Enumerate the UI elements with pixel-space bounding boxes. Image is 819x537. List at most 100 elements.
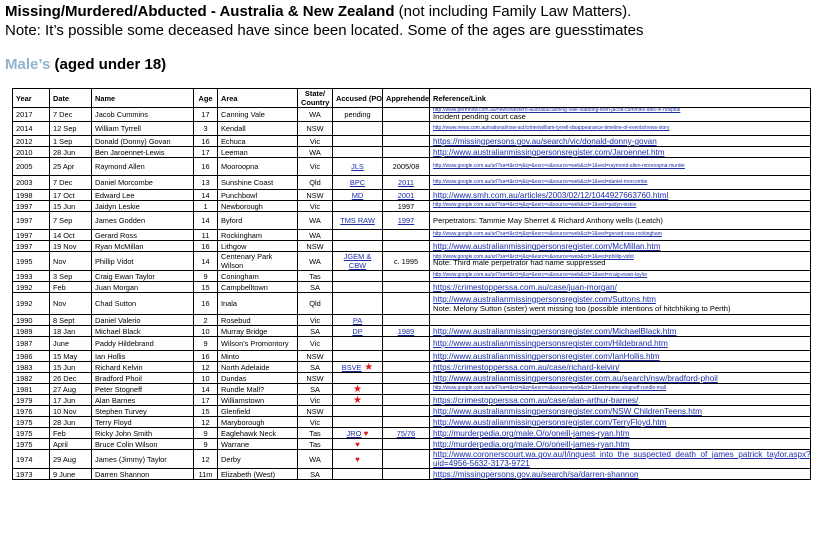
reference-link[interactable]: http://www.google.com.au/url?sa=t&rct=j&…: [433, 202, 636, 209]
cell-state: NSW: [297, 405, 333, 418]
accused-link[interactable]: BPC: [350, 178, 365, 187]
table-row: 1986 15 May Ian Hollis 16 Minto NSW http://www…: [12, 350, 811, 363]
cell-area: Williamstown: [217, 394, 298, 407]
reference-link[interactable]: https://crimestopperssa.com.au/case/rich…: [433, 363, 620, 372]
accused-link[interactable]: DP: [352, 327, 362, 336]
cell-reference: http://www.google.com.au/url?sa=t&rct=j&…: [429, 251, 811, 272]
apprehended-value[interactable]: 1997: [398, 216, 414, 225]
cell-date: 8 Sept: [49, 314, 92, 327]
cell-apprehended: [382, 135, 430, 148]
cell-apprehended: [382, 146, 430, 159]
cell-reference: https://crimestopperssa.com.au/case/alan…: [429, 394, 811, 407]
reference-link[interactable]: http://www.australianmissingpersonsregis…: [433, 418, 666, 427]
reference-link[interactable]: http://www.google.com.au/url?sa=t&rct=j&…: [433, 385, 666, 392]
section-label: Male’s: [5, 56, 51, 73]
cell-name: Michael Black: [91, 325, 194, 338]
reference-link[interactable]: http://www.australianmissingpersonsregis…: [433, 295, 656, 304]
section-heading: Male’s (aged under 18): [5, 56, 166, 73]
table-row: 2005 25 Apr Raymond Allen 16 Mooroopna Vic JLS…: [12, 157, 811, 177]
apprehended-value[interactable]: 2001: [398, 191, 414, 200]
red-heart-icon: ♥: [361, 428, 369, 438]
cell-name: Ryan McMillan: [91, 240, 194, 253]
reference-link[interactable]: http://www.smh.com.au/articles/2003/02/1…: [433, 191, 668, 200]
reference-link[interactable]: http://www.australianmissingpersonsregis…: [433, 339, 668, 348]
reference-link[interactable]: http://www.australianmissingpersonsregis…: [433, 407, 702, 416]
cell-apprehended: [382, 292, 430, 316]
cell-age: 12: [193, 416, 218, 429]
cell-date: 19 Nov: [49, 240, 92, 253]
reference-link[interactable]: http://www.australianmissingpersonsregis…: [433, 374, 718, 383]
reference-link[interactable]: http://www.news.com.au/national/nsw-act/…: [433, 125, 669, 131]
apprehended-value[interactable]: 2011: [398, 178, 414, 187]
cell-area: Rundle Mall?: [217, 383, 298, 396]
cell-reference: http://www.australianmissingpersonsregis…: [429, 292, 811, 316]
reference-link[interactable]: https://crimestopperssa.com.au/case/alan…: [433, 396, 638, 405]
cell-date: June: [49, 336, 92, 352]
page-note: Note: It’s possible some deceased have s…: [5, 22, 644, 39]
cell-apprehended: 2001: [382, 189, 430, 202]
cell-date: Feb: [49, 281, 92, 294]
accused-link[interactable]: JGEM & CBW: [344, 253, 372, 270]
reference-link[interactable]: http://www.google.com.au/url?sa=t&rct=j&…: [433, 163, 685, 169]
cell-apprehended: 1997: [382, 211, 430, 231]
reference-link[interactable]: http://www.google.com.au/url?sa=t&rct=j&…: [433, 231, 662, 238]
reference-link[interactable]: http://www.australianmissingpersonsregis…: [433, 352, 660, 361]
cell-date: Nov: [49, 292, 92, 316]
cell-year: 2014: [12, 121, 50, 137]
accused-link[interactable]: BSVE: [342, 363, 362, 372]
cell-area: Campbelltown: [217, 281, 298, 294]
cell-area: Centenary Park Wilson: [217, 251, 298, 272]
reference-link[interactable]: http://murderpedia.org/male.O/o/oneill-j…: [433, 440, 630, 449]
reference-link[interactable]: https://crimestopperssa.com.au/case/juan…: [433, 283, 617, 292]
cell-area: Elizabeth (West): [217, 468, 298, 481]
reference-link[interactable]: http://www.google.com.au/url?sa=t&rct=j&…: [433, 179, 647, 185]
reference-link[interactable]: http://www.coronerscourt.wa.gov.au/I/inq…: [433, 451, 810, 468]
column-header: Name: [91, 88, 194, 108]
cell-apprehended: 1997: [382, 200, 430, 213]
reference-link[interactable]: https://missingpersons.gov.au/search/vic…: [433, 137, 657, 146]
reference-link[interactable]: http://www.australianmissingpersonsregis…: [433, 148, 665, 157]
cell-age: 9: [193, 336, 218, 352]
reference-note: Perpetrators: Tammie May Sherret & Richa…: [433, 216, 663, 226]
cell-reference: http://www.australianmissingpersonsregis…: [429, 146, 811, 159]
cell-apprehended: [382, 229, 430, 242]
cell-state: Tas: [297, 270, 333, 283]
cell-year: 1981: [12, 383, 50, 396]
column-header: Age: [193, 88, 218, 108]
accused-link[interactable]: JRO: [347, 429, 362, 438]
cell-area: Rockingham: [217, 229, 298, 242]
accused-link[interactable]: MD: [352, 191, 364, 200]
cell-name: Ben Jaroennet-Lewis: [91, 146, 194, 159]
cell-year: 1989: [12, 325, 50, 338]
reference-link[interactable]: http://murderpedia.org/male.O/o/oneill-j…: [433, 429, 630, 438]
accused-link[interactable]: PA: [353, 316, 362, 325]
apprehended-value[interactable]: 75/76: [397, 429, 416, 438]
table-row: 1983 15 Jun Richard Kelvin 12 North Adelaide…: [12, 361, 811, 374]
cell-state: WA: [297, 106, 333, 123]
reference-link[interactable]: http://www.australianmissingpersonsregis…: [433, 242, 661, 251]
accused-text: pending: [344, 110, 371, 120]
reference-link[interactable]: http://www.australianmissingpersonsregis…: [433, 327, 676, 336]
cell-apprehended: [382, 121, 430, 137]
cell-apprehended: 75/76: [382, 427, 430, 440]
cell-date: 28 Jun: [49, 146, 92, 159]
cell-accused: ♥: [332, 449, 383, 470]
accused-link[interactable]: JLS: [351, 162, 364, 171]
cell-state: SA: [297, 383, 333, 396]
cell-accused: BSVE ★: [332, 361, 383, 374]
column-header: Apprehended: [382, 88, 430, 108]
reference-link[interactable]: http://www.google.com.au/url?sa=t&rct=j&…: [433, 272, 647, 279]
cell-state: Qld: [297, 292, 333, 316]
cell-age: 17: [193, 146, 218, 159]
reference-link[interactable]: https://missingpersons.gov.au/search/sa/…: [433, 470, 639, 479]
page-title: Missing/Murdered/Abducted - Australia & …: [5, 3, 395, 20]
apprehended-value[interactable]: 1989: [398, 327, 414, 336]
cell-reference: https://crimestopperssa.com.au/case/juan…: [429, 281, 811, 294]
accused-link[interactable]: TMS RAW: [340, 216, 375, 225]
cell-age: 9: [193, 427, 218, 440]
cell-reference: http://www.australianmissingpersonsregis…: [429, 405, 811, 418]
cases-table: Year Date Name Age Area State/ Country Accused…: [12, 88, 811, 481]
cell-state: Vic: [297, 314, 333, 327]
cell-reference: https://missingpersons.gov.au/search/sa/…: [429, 468, 811, 481]
table-row: 1982 26 Dec Bradford Phoil 10 Dundas NSW http:…: [12, 372, 811, 385]
